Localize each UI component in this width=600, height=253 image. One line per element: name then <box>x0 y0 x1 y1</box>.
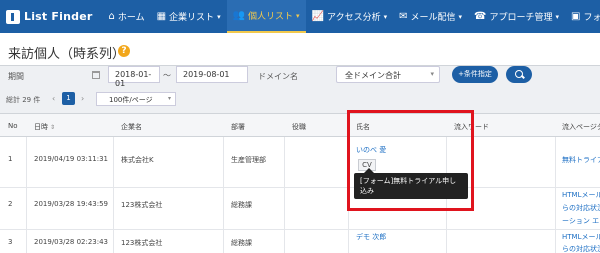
cell-company: 株式会社K <box>121 156 154 164</box>
add-condition-button[interactable]: +条件指定 <box>452 66 498 83</box>
domain-label: ドメイン名 <box>258 72 298 81</box>
chevron-down-icon: ▾ <box>296 11 300 20</box>
table-row: 1 2019/04/19 03:11:31 株式会社K 生産管理部 いのべ 愛 … <box>0 137 600 188</box>
header-datetime[interactable]: 日時 ⇕ <box>34 122 55 132</box>
nav-home[interactable]: ⌂ ホーム <box>103 0 151 33</box>
cell-datetime: 2019/03/28 19:43:59 <box>34 200 109 208</box>
cell-no: 1 <box>8 155 13 163</box>
nav-approach[interactable]: ☎ アプローチ管理 ▾ <box>468 0 565 33</box>
total-count: 総計 29 件 <box>6 96 41 104</box>
nav-access-analysis[interactable]: 📈 アクセス分析 ▾ <box>306 0 394 33</box>
cell-no: 3 <box>8 238 13 246</box>
users-icon: 👥 <box>232 10 246 21</box>
date-to-input[interactable]: 2019-08-01 <box>176 66 248 83</box>
inflow-page-link[interactable]: HTMLメール <box>562 232 600 242</box>
calendar-icon <box>92 71 100 79</box>
help-icon[interactable]: ? <box>118 45 130 57</box>
inflow-page-link[interactable]: HTMLメール <box>562 190 600 200</box>
cell-datetime: 2019/03/28 02:23:43 <box>34 238 109 246</box>
table-header: No 日時 ⇕ 企業名 部署 役職 氏名 流入ワード 流入ページタ <box>0 113 600 137</box>
form-icon: ▣ <box>571 11 581 22</box>
nav-label: ホーム <box>117 13 145 23</box>
page-number-current[interactable]: 1 <box>62 92 75 105</box>
chevron-down-icon: ▾ <box>430 70 434 78</box>
pagination-bar: 総計 29 件 ‹ 1 › 100件/ページ ▾ <box>0 92 600 108</box>
chart-icon: 📈 <box>311 11 325 22</box>
header-title: 役職 <box>292 123 306 131</box>
nav-label: アプローチ管理 <box>489 13 553 23</box>
period-label: 期間 <box>8 72 24 81</box>
visitor-table: No 日時 ⇕ 企業名 部署 役職 氏名 流入ワード 流入ページタ 1 2019/… <box>0 113 600 253</box>
header-company: 企業名 <box>121 123 142 131</box>
per-page-select[interactable]: 100件/ページ ▾ <box>96 92 176 106</box>
per-page-value: 100件/ページ <box>109 96 153 104</box>
chevron-down-icon: ▾ <box>458 12 463 21</box>
table-row: 3 2019/03/28 02:23:43 123株式会社 総務課 デモ 次郎 … <box>0 230 600 253</box>
nav-label: フォーム管理 <box>583 13 600 23</box>
title-area: 来訪個人（時系列） ? <box>0 33 600 66</box>
top-navbar: List Finder ⌂ ホーム ▦ 企業リスト ▾ 👥 個人リスト ▾ 📈 … <box>0 0 600 33</box>
chevron-down-icon: ▾ <box>555 12 560 21</box>
cell-dept: 生産管理部 <box>231 156 266 164</box>
nav-label: 個人リスト <box>248 12 294 22</box>
logo-mark-icon <box>6 9 20 24</box>
header-page: 流入ページタ <box>562 123 600 131</box>
cell-no: 2 <box>8 200 13 208</box>
page-title: 来訪個人（時系列） <box>8 47 126 62</box>
cell-company: 123株式会社 <box>121 201 163 209</box>
next-page-icon[interactable]: › <box>81 94 84 103</box>
cell-company: 123株式会社 <box>121 239 163 247</box>
table-row: 2 2019/03/28 19:43:59 123株式会社 総務課 HTMLメー… <box>0 188 600 230</box>
highlight-box <box>347 110 474 211</box>
inflow-page-link[interactable]: らの対応状況 <box>562 203 600 213</box>
domain-select[interactable]: 全ドメイン合計 ▾ <box>336 66 440 83</box>
chevron-down-icon: ▾ <box>167 95 171 102</box>
nav-label: アクセス分析 <box>327 13 381 23</box>
mail-icon: ✉ <box>399 11 408 22</box>
nav-form[interactable]: ▣ フォーム管理 ▾ <box>565 0 600 33</box>
date-from-input[interactable]: 2018-01-01 <box>108 66 160 88</box>
header-datetime-label: 日時 <box>34 123 48 131</box>
date-separator: 〜 <box>163 71 171 80</box>
building-icon: ▦ <box>156 11 167 22</box>
home-icon: ⌂ <box>108 11 115 22</box>
prev-page-icon[interactable]: ‹ <box>52 94 55 103</box>
nav-label: メール配信 <box>410 13 456 23</box>
inflow-page-link[interactable]: 無料トライア <box>562 155 600 165</box>
logo-text: List Finder <box>24 10 93 23</box>
search-button[interactable] <box>506 66 532 83</box>
nav-mail[interactable]: ✉ メール配信 ▾ <box>393 0 468 33</box>
inflow-page-link[interactable]: らの対応状況 <box>562 244 600 253</box>
nav-company-list[interactable]: ▦ 企業リスト ▾ <box>151 0 227 33</box>
cell-datetime: 2019/04/19 03:11:31 <box>34 155 109 163</box>
header-no: No <box>8 122 18 130</box>
chevron-down-icon: ▾ <box>217 12 221 21</box>
filter-bar: 期間 2018-01-01 〜 2019-08-01 ドメイン名 全ドメイン合計… <box>0 66 600 88</box>
header-dept: 部署 <box>231 123 245 131</box>
logo[interactable]: List Finder <box>6 9 93 24</box>
nav-person-list[interactable]: 👥 個人リスト ▾ <box>226 0 306 33</box>
cell-dept: 総務課 <box>231 201 252 209</box>
sort-icon: ⇕ <box>50 124 56 131</box>
phone-icon: ☎ <box>474 11 487 22</box>
nav-label: 企業リスト <box>169 13 215 23</box>
cell-dept: 総務課 <box>231 239 252 247</box>
inflow-page-link[interactable]: ーション エ <box>562 216 599 226</box>
chevron-down-icon: ▾ <box>383 12 388 21</box>
person-name-link[interactable]: デモ 次郎 <box>356 232 386 242</box>
domain-select-value: 全ドメイン合計 <box>345 71 401 80</box>
